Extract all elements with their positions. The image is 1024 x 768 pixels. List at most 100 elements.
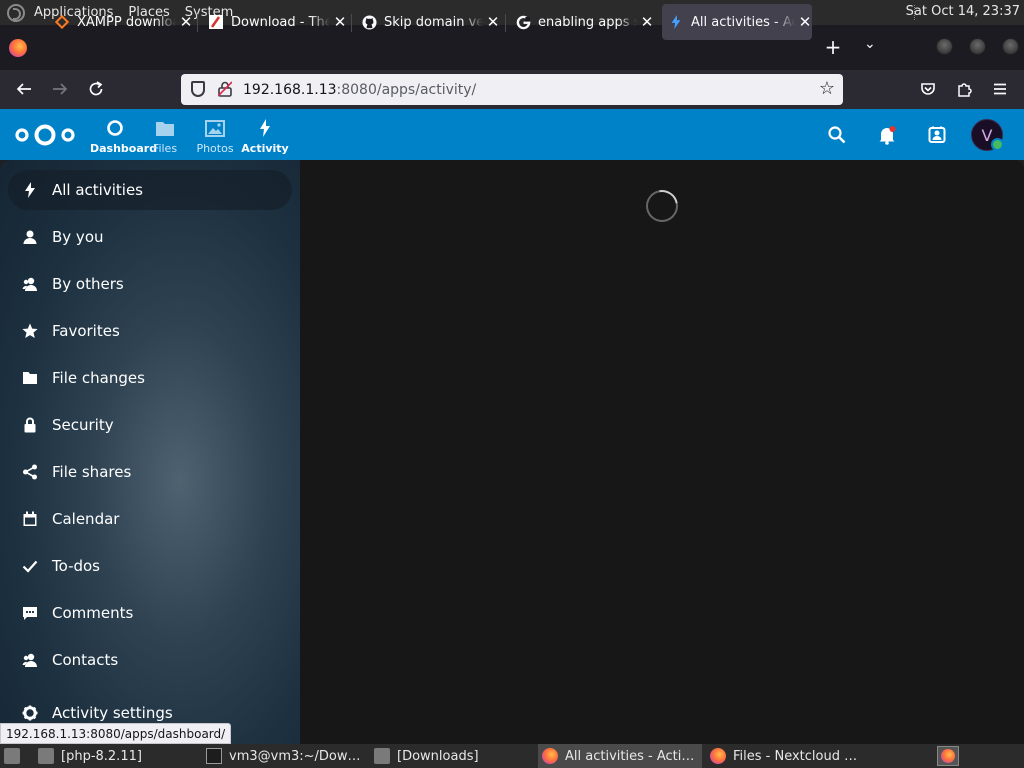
contacts-menu-icon[interactable] [926, 124, 948, 146]
terminal-icon [206, 748, 222, 764]
firefox-icon [710, 748, 726, 764]
url-bar[interactable]: 192.168.1.13:8080/apps/activity/ ☆ [181, 74, 843, 105]
sidebar-item-label: Activity settings [52, 704, 173, 722]
sidebar-item-security[interactable]: Security [8, 405, 292, 445]
taskbar-item-label: vm3@vm3:~/Downloads [229, 748, 365, 764]
os-clock[interactable]: Sat Oct 14, 23:37 [906, 4, 1020, 19]
sidebar-item-all-activities[interactable]: All activities [8, 170, 292, 210]
star-icon [8, 323, 52, 339]
nav-app-label: Dashboard [90, 142, 158, 155]
extensions-puzzle-icon[interactable] [952, 77, 976, 101]
show-desktop-button[interactable] [4, 744, 30, 768]
tab-download[interactable]: Download - The Nextcloud ✕ [202, 4, 347, 40]
tab-title: Download - The Nextcloud [231, 14, 330, 30]
tracking-protection-shield-icon[interactable] [191, 81, 205, 97]
forward-arrow-icon[interactable] [48, 77, 72, 101]
gear-icon [8, 705, 52, 721]
os-logo-icon[interactable] [7, 3, 25, 22]
nav-app-files[interactable]: Files [140, 117, 190, 155]
firefox-view-button[interactable] [0, 25, 36, 70]
taskbar-item-files-nextcloud[interactable]: Files - Nextcloud — Mozilla Firefox [710, 744, 872, 768]
sidebar-item-label: Security [52, 416, 114, 434]
comment-icon [8, 605, 52, 621]
folder-icon [8, 370, 52, 386]
close-tab-icon[interactable]: ✕ [798, 13, 812, 31]
workspace-switcher[interactable] [937, 746, 959, 766]
close-tab-icon[interactable]: ✕ [640, 13, 654, 31]
url-path: :8080/apps/activity/ [336, 81, 477, 98]
back-arrow-icon[interactable] [12, 77, 36, 101]
taskbar-item-all-activities[interactable]: All activities - Activity [538, 744, 702, 768]
activity-sidebar: All activities By you By others Favorite… [0, 160, 300, 744]
contacts-icon [8, 652, 52, 668]
xampp-icon [54, 14, 70, 30]
download-page-icon [208, 14, 224, 30]
bookmark-star-icon[interactable]: ☆ [819, 78, 835, 99]
sidebar-item-file-shares[interactable]: File shares [8, 452, 292, 492]
taskbar-item-label: [php-8.2.11] [61, 748, 142, 764]
maximize-window-button[interactable] [969, 38, 986, 55]
taskbar-item-downloads[interactable]: [Downloads] [374, 744, 536, 768]
list-all-tabs-chevron-icon[interactable]: ⌄ [864, 36, 876, 52]
notifications-bell-icon[interactable] [876, 124, 898, 146]
share-icon [8, 464, 52, 480]
close-tab-icon[interactable]: ✕ [179, 13, 193, 31]
new-tab-button[interactable]: + [822, 35, 844, 59]
insecure-lock-icon[interactable] [218, 81, 232, 97]
files-icon [140, 117, 190, 139]
sidebar-item-favorites[interactable]: Favorites [8, 311, 292, 351]
sidebar-item-label: Contacts [52, 651, 119, 669]
sidebar-item-label: File changes [52, 369, 145, 387]
lock-icon [8, 417, 52, 433]
hamburger-menu-icon[interactable] [988, 77, 1012, 101]
nav-app-dashboard[interactable]: Dashboard [90, 117, 158, 155]
google-icon [515, 14, 531, 30]
sidebar-item-calendar[interactable]: Calendar [8, 499, 292, 539]
sidebar-item-contacts[interactable]: Contacts [8, 640, 292, 680]
sidebar-item-label: File shares [52, 463, 132, 481]
taskbar-item-php[interactable]: [php-8.2.11] [38, 744, 200, 768]
pocket-icon[interactable] [916, 77, 940, 101]
nav-app-activity[interactable]: Activity [240, 117, 290, 155]
nav-app-photos[interactable]: Photos [190, 117, 240, 155]
tab-divider [351, 14, 352, 32]
nav-app-label: Photos [196, 142, 234, 155]
desktop-icon [4, 748, 20, 764]
sidebar-item-todos[interactable]: To-dos [8, 546, 292, 586]
search-icon[interactable] [826, 124, 848, 146]
folder-icon [38, 748, 54, 764]
activity-icon [668, 14, 684, 30]
reload-icon[interactable] [84, 77, 108, 101]
tab-skip-domain[interactable]: Skip domain verification ✕ [355, 4, 500, 40]
firefox-icon [9, 38, 27, 57]
tab-divider [197, 14, 198, 32]
folder-icon [374, 748, 390, 764]
close-tab-icon[interactable]: ✕ [333, 13, 347, 31]
tab-divider [505, 14, 506, 32]
check-icon [8, 558, 52, 574]
url-host: 192.168.1.13 [243, 81, 337, 98]
sidebar-item-file-changes[interactable]: File changes [8, 358, 292, 398]
link-status-url: 192.168.1.13:8080/apps/dashboard/ [0, 723, 232, 744]
sidebar-item-label: By others [52, 275, 124, 293]
close-window-button[interactable] [1002, 38, 1019, 55]
sidebar-item-by-you[interactable]: By you [8, 217, 292, 257]
nextcloud-logo-icon[interactable] [14, 123, 76, 147]
dashboard-icon [90, 117, 140, 139]
taskbar-item-label: All activities - Activity [565, 748, 699, 764]
minimize-window-button[interactable] [936, 38, 953, 55]
nextcloud-header: Dashboard Files Photos Activity V [0, 109, 1024, 160]
github-icon [361, 14, 377, 30]
sidebar-item-label: Favorites [52, 322, 120, 340]
nav-app-label: Files [152, 142, 178, 155]
loading-spinner-icon [639, 183, 685, 229]
sidebar-item-comments[interactable]: Comments [8, 593, 292, 633]
sidebar-item-label: By you [52, 228, 104, 246]
sidebar-item-by-others[interactable]: By others [8, 264, 292, 304]
tab-xampp[interactable]: XAMPP downloads ✕ [48, 4, 193, 40]
tab-enabling-apps[interactable]: enabling apps side ✕ [509, 4, 654, 40]
sidebar-item-label: Comments [52, 604, 134, 622]
taskbar-item-terminal[interactable]: vm3@vm3:~/Downloads [206, 744, 368, 768]
close-tab-icon[interactable]: ✕ [486, 13, 500, 31]
tab-all-activities[interactable]: All activities - Activity ✕ [662, 4, 812, 40]
